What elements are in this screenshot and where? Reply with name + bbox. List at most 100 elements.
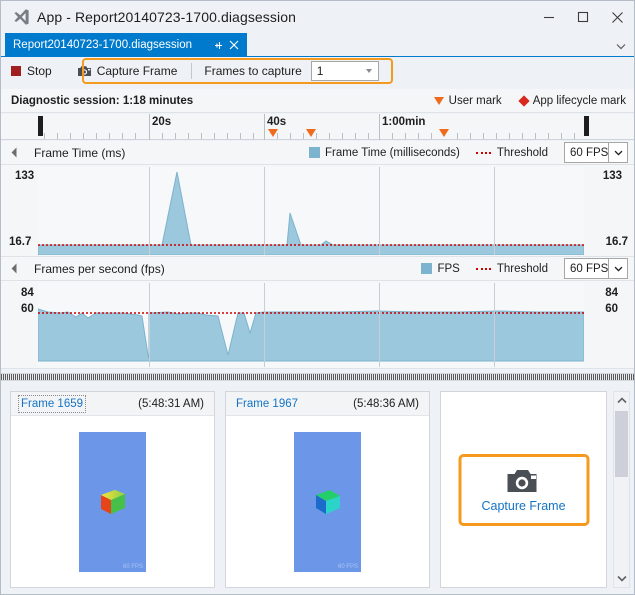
fps-chart-title: Frames per second (fps) [34,262,165,276]
fps-overlay-text: 60 FPS [123,564,143,570]
camera-icon [77,65,92,77]
fps-overlay-text: 60 FPS [338,564,358,570]
tab-overflow-chevron-down-icon[interactable] [614,39,628,53]
triangle-down-icon [434,97,444,105]
diagnostic-session-text: Diagnostic session: 1:18 minutes [11,95,193,107]
legend-fps-series: FPS [421,263,459,275]
legend-threshold-label: Threshold [497,263,548,275]
tab-strip: Report20140723-1700.diagsession [1,33,634,57]
visual-studio-logo-icon [9,5,33,29]
cube-render-icon [311,485,345,519]
frames-to-capture-label: Frames to capture [204,64,301,78]
user-mark-triangle-down-icon[interactable] [268,129,278,137]
frame-time-axis-min-right: 16.7 [606,236,628,248]
capture-toolbar: Stop Capture Frame Frames to capture 1 [1,57,634,85]
pin-icon[interactable] [210,37,226,53]
title-bar: App - Report20140723-1700.diagsession [1,1,634,33]
frame-tile[interactable]: Frame 1659 (5:48:31 AM) [10,391,215,588]
ruler-tick-1min: 1:00min [379,116,425,128]
app-screenshot: 60 FPS [79,432,146,572]
capture-frame-toolbar-button[interactable]: Capture Frame [77,60,178,82]
frame-time-chart-legend: Frame Time (milliseconds) Threshold 60 F… [309,142,628,163]
frames-to-capture-value: 1 [312,64,324,78]
frames-to-capture-input[interactable]: 1 [311,61,379,81]
frames-scrollbar[interactable] [613,391,630,588]
threshold-line-icon [476,152,491,154]
fps-axis-threshold-right: 60 [605,303,618,315]
tab-diagsession[interactable]: Report20140723-1700.diagsession [5,33,247,57]
capture-frame-button[interactable]: Capture Frame [458,454,589,526]
series-color-swatch [309,147,320,158]
frame-timestamp: (5:48:36 AM) [353,398,419,410]
window-controls [532,1,634,33]
stop-button-label: Stop [27,64,52,78]
fps-plot[interactable] [38,283,584,367]
frame-name-link[interactable]: Frame 1659 [21,398,83,410]
legend-series-label: FPS [437,263,459,275]
frame-timestamp: (5:48:31 AM) [138,398,204,410]
series-color-swatch [421,263,432,274]
frame-thumbnail[interactable]: 60 FPS [226,417,429,587]
fps-axis-threshold-left: 60 [21,303,34,315]
app-screenshot: 60 FPS [294,432,361,572]
frame-time-fps-value: 60 FPS [565,147,608,159]
legend-frame-time-series: Frame Time (milliseconds) [309,147,460,159]
frame-tile[interactable]: Frame 1967 (5:48:36 AM) 60 FPS [225,391,430,588]
chevron-down-icon[interactable] [608,259,627,278]
collapse-triangle-icon[interactable] [12,148,22,158]
chevron-down-icon[interactable] [366,69,372,73]
user-mark-triangle-down-icon[interactable] [306,129,316,137]
legend-user-mark-label: User mark [449,95,502,107]
fps-chart-fps-value: 60 FPS [565,263,608,275]
fps-axis-max-right: 84 [605,287,618,299]
chevron-up-icon[interactable] [614,392,629,409]
legend-frame-time-threshold: Threshold [476,147,548,159]
legend-app-lifecycle-label: App lifecycle mark [533,95,626,107]
horizontal-splitter[interactable] [1,373,634,381]
capture-frame-label: Capture Frame [97,64,178,78]
legend-threshold-label: Threshold [497,147,548,159]
tab-close-icon[interactable] [226,37,242,53]
user-mark-triangle-down-icon[interactable] [439,129,449,137]
cube-render-icon [96,485,130,519]
capture-frame-tile: Capture Frame [440,391,607,588]
stop-button[interactable]: Stop [11,60,52,82]
fps-chart-legend: FPS Threshold 60 FPS [421,258,628,279]
fps-chart-header: Frames per second (fps) FPS Threshold 60… [1,257,634,281]
minimize-icon[interactable] [532,2,566,32]
frame-time-chart-header: Frame Time (ms) Frame Time (milliseconds… [1,141,634,165]
maximize-icon[interactable] [566,2,600,32]
diagnostics-window: App - Report20140723-1700.diagsession Re… [0,0,635,595]
ruler-tick-20s: 20s [149,116,171,128]
legend-app-lifecycle-mark: App lifecycle mark [520,95,626,107]
session-start-marker [38,116,43,136]
timeline-ruler[interactable]: 20s 40s 1:00min [1,114,634,140]
frame-time-axis-max-right: 133 [603,170,622,182]
camera-icon [506,467,542,495]
chevron-down-icon[interactable] [614,570,629,587]
fps-chart-body: 84 60 84 60 [1,281,634,369]
frame-thumbnail[interactable]: 60 FPS [11,417,214,587]
fps-axis-max-left: 84 [21,287,34,299]
legend-fps-threshold: Threshold [476,263,548,275]
session-info-bar: Diagnostic session: 1:18 minutes User ma… [1,89,634,113]
close-icon[interactable] [600,2,634,32]
tab-label: Report20140723-1700.diagsession [13,39,192,51]
frame-time-chart-title: Frame Time (ms) [34,146,125,160]
fps-chart-fps-select[interactable]: 60 FPS [564,258,628,279]
frame-time-plot[interactable] [38,167,584,255]
diamond-icon [518,95,529,106]
stop-square-icon [11,66,21,76]
toolbar-separator [191,63,192,79]
scrollbar-thumb[interactable] [615,411,628,477]
threshold-line-icon [476,268,491,270]
frame-time-axis-min-left: 16.7 [9,236,31,248]
frame-tile-header: Frame 1967 (5:48:36 AM) [226,392,429,416]
chevron-down-icon[interactable] [608,143,627,162]
frame-time-fps-select[interactable]: 60 FPS [564,142,628,163]
frame-name-link[interactable]: Frame 1967 [236,398,298,410]
collapse-triangle-icon[interactable] [12,264,22,274]
window-title: App - Report20140723-1700.diagsession [37,9,296,25]
frame-time-axis-max-left: 133 [15,170,34,182]
legend-user-mark: User mark [434,95,502,107]
